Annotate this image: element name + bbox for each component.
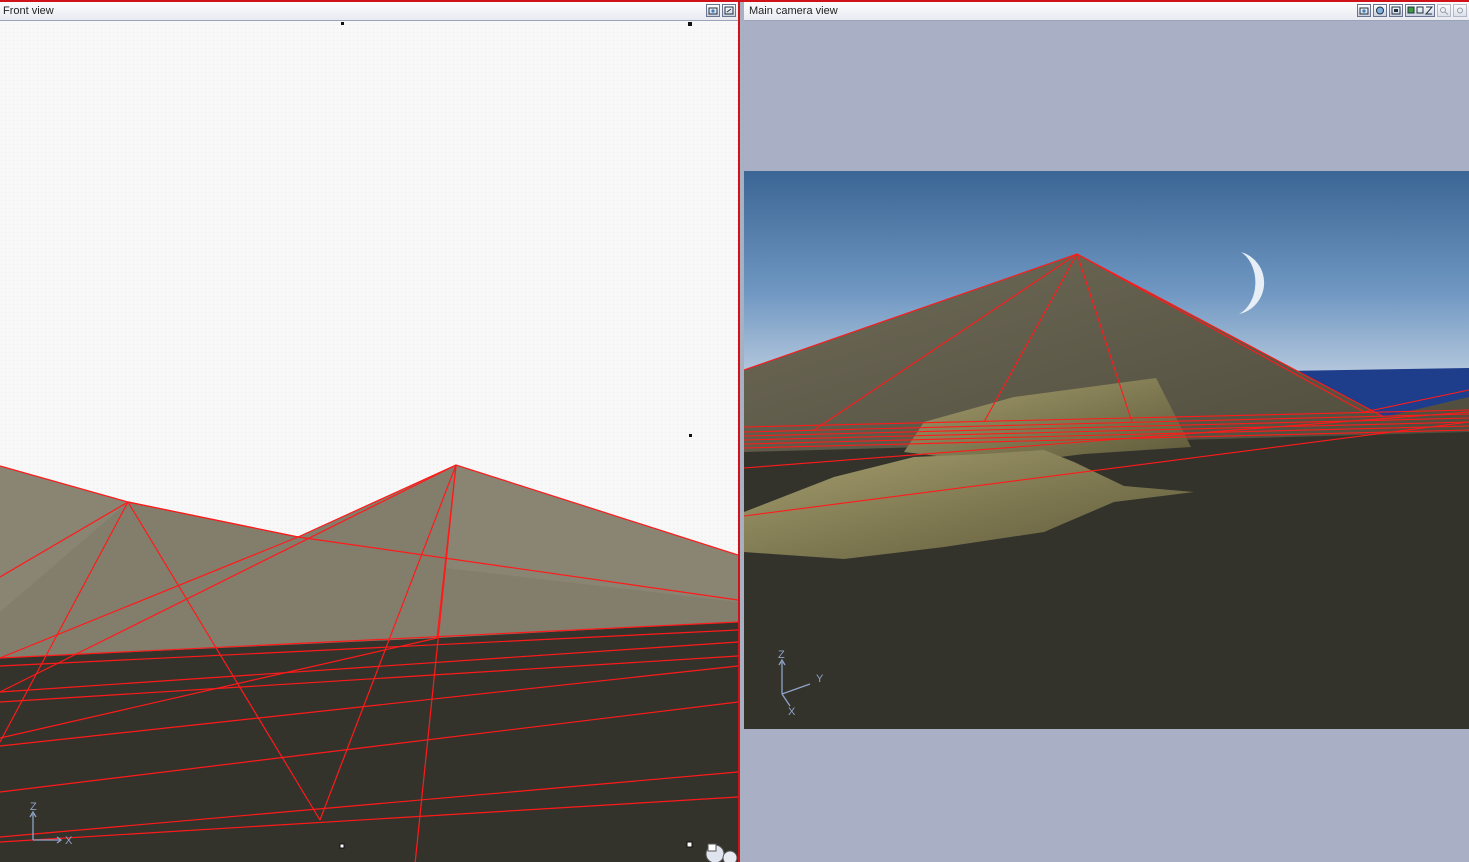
camera-view-title: Main camera view <box>749 5 838 17</box>
front-camera-view-button[interactable] <box>706 4 720 17</box>
camera-view-canvas[interactable]: Z Y X <box>744 21 1469 862</box>
camera-axis-x-label: X <box>788 706 796 718</box>
camera-view-scene[interactable]: Z Y X <box>744 21 1469 862</box>
options-button[interactable] <box>1453 4 1467 17</box>
display-mode-button[interactable] <box>1405 4 1435 17</box>
camera-view-button[interactable] <box>1357 4 1371 17</box>
letterbox-top <box>744 21 1469 171</box>
front-handle-corner[interactable] <box>686 841 693 848</box>
front-view-titlebar: Front view <box>0 2 738 21</box>
camera-axis-z-label: Z <box>778 649 785 661</box>
frame-icon <box>1391 6 1401 15</box>
render-preview-button[interactable] <box>1373 4 1387 17</box>
camera-view-titlebar: Main camera view <box>744 2 1469 21</box>
front-handle-bottom[interactable] <box>339 843 345 849</box>
render-preview-icon <box>1376 6 1384 15</box>
front-view-scene[interactable]: Z X <box>0 21 738 862</box>
options-icon <box>1457 7 1463 14</box>
front-ground <box>0 622 738 862</box>
letterbox-bottom <box>744 729 1469 862</box>
zoom-icon <box>1440 7 1449 15</box>
zoom-button[interactable] <box>1437 4 1451 17</box>
frame-button[interactable] <box>1389 4 1403 17</box>
front-view-canvas[interactable]: Z X <box>0 21 738 862</box>
display-mode-icon <box>1407 6 1433 15</box>
maximize-view-icon <box>724 6 734 15</box>
front-viewport[interactable]: Front view Z X <box>0 2 738 862</box>
front-view-title: Front view <box>3 5 54 17</box>
front-axis-x-label: X <box>65 835 73 847</box>
camera-view-icon <box>708 7 718 15</box>
camera-axis-y-label: Y <box>816 673 824 685</box>
front-maximize-view-button[interactable] <box>722 4 736 17</box>
camera-viewport[interactable]: Main camera view Z Y X <box>744 2 1469 862</box>
front-axis-z-label: Z <box>30 801 37 813</box>
camera-view-icon <box>1359 7 1369 15</box>
